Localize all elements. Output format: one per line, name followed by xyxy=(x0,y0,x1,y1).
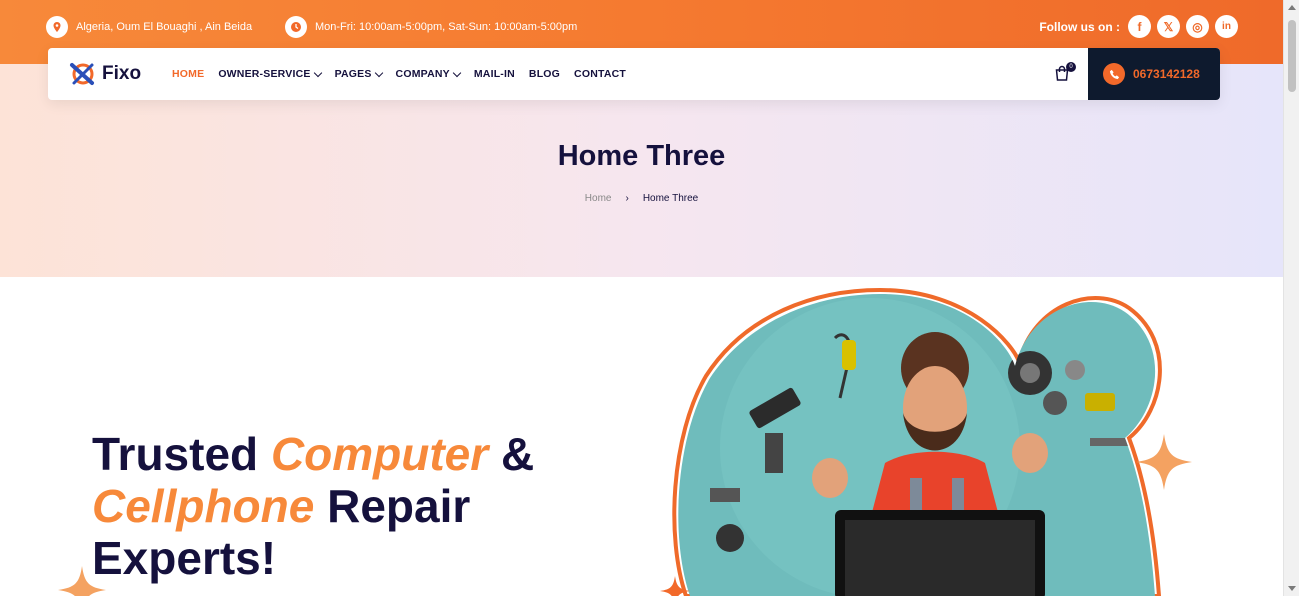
scroll-down-arrow-icon[interactable] xyxy=(1288,586,1296,591)
nav-home-label: HOME xyxy=(172,68,205,80)
nav-pages[interactable]: PAGES xyxy=(334,68,383,80)
nav-company[interactable]: COMPANY xyxy=(395,68,462,80)
nav-owner-service[interactable]: OWNER-SERVICE xyxy=(218,68,322,80)
headline-highlight: Computer xyxy=(270,428,489,480)
nav-mail-in[interactable]: MAIL-IN xyxy=(474,68,515,80)
hero-headline: Trusted Computer & Cellphone Repair Expe… xyxy=(92,428,652,584)
nav-contact[interactable]: CONTACT xyxy=(574,68,626,80)
cart-count-badge: 0 xyxy=(1066,62,1076,72)
hours-text: Mon-Fri: 10:00am-5:00pm, Sat-Sun: 10:00a… xyxy=(315,21,578,33)
nav-pages-label: PAGES xyxy=(334,68,372,80)
chevron-down-icon xyxy=(313,68,322,77)
facebook-icon[interactable]: f xyxy=(1128,15,1151,38)
sparkle-icon xyxy=(58,566,106,596)
breadcrumb-separator-icon: › xyxy=(625,193,629,204)
headline-word: Experts! xyxy=(92,532,277,584)
scroll-up-arrow-icon[interactable] xyxy=(1288,5,1296,10)
address-info: Algeria, Oum El Bouaghi , Ain Beida xyxy=(46,16,252,38)
follow-label: Follow us on : xyxy=(1039,19,1120,34)
nav-company-label: COMPANY xyxy=(395,68,450,80)
instagram-icon[interactable]: ◎ xyxy=(1186,15,1209,38)
headline-word: Repair xyxy=(314,480,471,532)
headline-word: Trusted xyxy=(92,428,271,480)
page-scrollbar[interactable] xyxy=(1283,0,1299,596)
social-follow: Follow us on : f 𝕏 ◎ in xyxy=(1039,15,1238,38)
clock-icon xyxy=(285,16,307,38)
phone-icon xyxy=(1103,63,1125,85)
sparkle-icon xyxy=(660,576,690,596)
wrench-gear-logo-icon xyxy=(70,63,94,85)
page-viewport: Algeria, Oum El Bouaghi , Ain Beida Mon-… xyxy=(0,0,1283,596)
address-text: Algeria, Oum El Bouaghi , Ain Beida xyxy=(76,21,253,33)
breadcrumb: Home › Home Three xyxy=(0,193,1283,204)
nav-blog[interactable]: BLOG xyxy=(529,68,560,80)
scrollbar-thumb[interactable] xyxy=(1288,20,1296,92)
phone-number: 0673142128 xyxy=(1133,67,1200,81)
x-icon[interactable]: 𝕏 xyxy=(1157,15,1180,38)
nav-mail-in-label: MAIL-IN xyxy=(473,68,515,80)
headline-highlight: Cellphone xyxy=(92,480,315,532)
breadcrumb-current: Home Three xyxy=(642,193,699,204)
main-menu: HOME OWNER-SERVICE PAGES COMPANY MAIL-IN… xyxy=(172,68,626,80)
chevron-down-icon xyxy=(452,68,462,77)
site-logo[interactable]: Fixo xyxy=(68,60,141,88)
page-title: Home Three xyxy=(557,140,726,172)
nav-home[interactable]: HOME xyxy=(172,68,204,80)
nav-blog-label: BLOG xyxy=(528,68,561,80)
hero-technician-image xyxy=(672,288,1162,596)
chevron-down-icon xyxy=(374,68,383,77)
headline-word: & xyxy=(488,428,535,480)
nav-contact-label: CONTACT xyxy=(574,68,626,80)
nav-owner-service-label: OWNER-SERVICE xyxy=(218,68,311,80)
breadcrumb-home-link[interactable]: Home xyxy=(585,193,612,204)
main-navbar: Fixo HOME OWNER-SERVICE PAGES COMPANY MA… xyxy=(48,48,1220,100)
hours-info: Mon-Fri: 10:00am-5:00pm, Sat-Sun: 10:00a… xyxy=(285,16,577,38)
logo-text: Fixo xyxy=(102,63,142,84)
cart-button[interactable]: 0 xyxy=(1054,62,1076,86)
location-pin-icon xyxy=(46,16,68,38)
sparkle-icon xyxy=(1136,434,1192,490)
phone-call-button[interactable]: 0673142128 xyxy=(1088,48,1220,100)
linkedin-icon[interactable]: in xyxy=(1215,15,1238,38)
